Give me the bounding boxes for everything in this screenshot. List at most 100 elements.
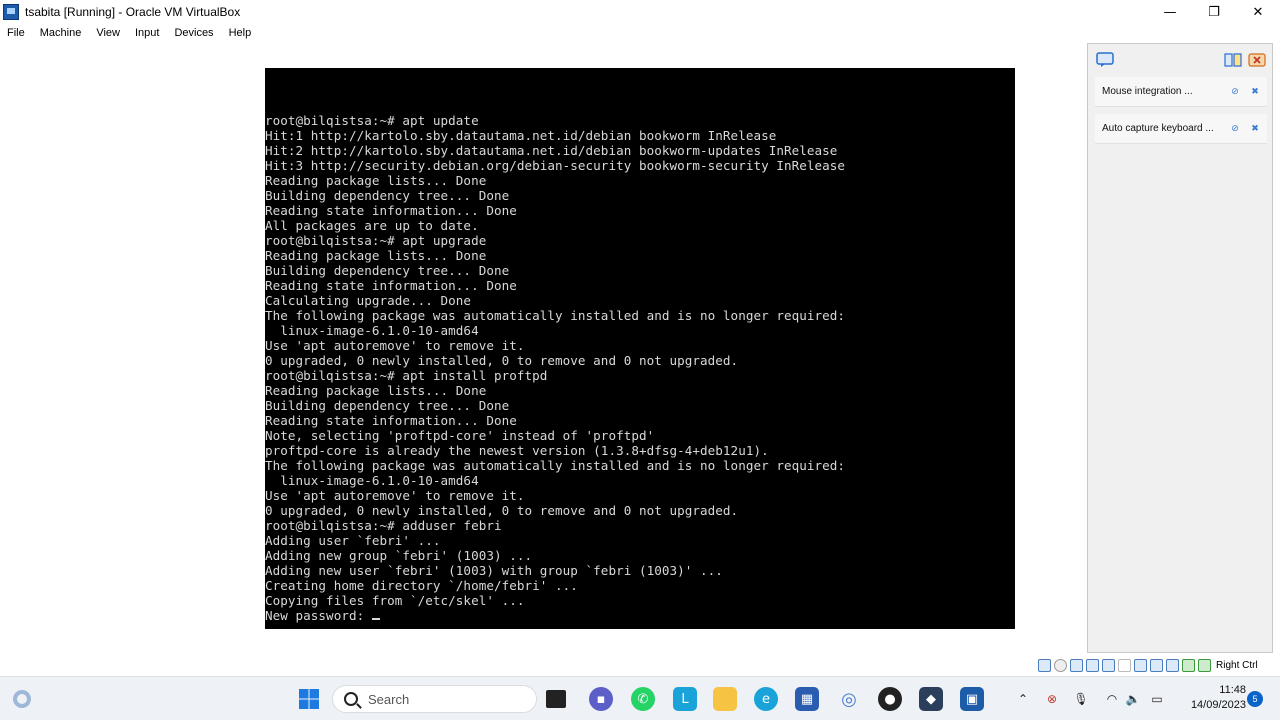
terminal-line: root@bilqistsa:~# adduser febri <box>265 518 502 533</box>
menu-input[interactable]: Input <box>135 27 159 39</box>
window-title: tsabita [Running] - Oracle VM VirtualBox <box>25 5 241 19</box>
app-l-icon[interactable]: L <box>673 687 697 711</box>
audio-icon[interactable] <box>1070 658 1083 672</box>
menu-help[interactable]: Help <box>229 27 252 39</box>
file-explorer-icon[interactable] <box>713 687 737 711</box>
menu-bar: File Machine View Input Devices Help <box>0 24 1280 41</box>
clock-date: 14/09/2023 <box>1190 699 1246 711</box>
terminal-line: root@bilqistsa:~# apt upgrade <box>265 233 487 248</box>
notification-auto-capture-keyboard[interactable]: Auto capture keyboard ... ⊘ ✖ <box>1095 114 1267 144</box>
terminal-line: linux-image-6.1.0-10-amd64 <box>265 473 479 488</box>
terminal-line: Reading package lists... Done <box>265 383 487 398</box>
terminal-line: Adding new group `febri' (1003) ... <box>265 548 533 563</box>
terminal-line: Hit:1 http://kartolo.sby.datautama.net.i… <box>265 128 777 143</box>
recording-icon[interactable] <box>1150 658 1163 672</box>
virtualbox-app-icon <box>3 4 19 20</box>
vmware-icon[interactable]: ◆ <box>919 687 943 711</box>
vm-display[interactable]: root@bilqistsa:~# apt update Hit:1 http:/… <box>265 68 1015 629</box>
terminal-line: Reading package lists... Done <box>265 173 487 188</box>
task-view-icon[interactable] <box>546 690 566 708</box>
virtualbox-taskbar-icon[interactable]: ▣ <box>960 687 984 711</box>
terminal-line: Calculating upgrade... Done <box>265 293 472 308</box>
terminal-line: linux-image-6.1.0-10-amd64 <box>265 323 479 338</box>
search-placeholder: Search <box>368 691 410 707</box>
terminal-line: The following package was automatically … <box>265 308 846 323</box>
terminal-line: Use 'apt autoremove' to remove it. <box>265 488 525 503</box>
weather-widget-icon[interactable] <box>10 687 34 711</box>
virtualization-icon[interactable] <box>1182 658 1195 672</box>
terminal-line: Reading state information... Done <box>265 203 517 218</box>
battery-icon[interactable]: ▭ <box>1149 691 1165 707</box>
menu-file[interactable]: File <box>7 27 25 39</box>
terminal-line: Copying files from `/etc/skel' ... <box>265 593 525 608</box>
terminal-line: Creating home directory `/home/febri' ..… <box>265 578 578 593</box>
windows-start-icon[interactable] <box>297 687 321 711</box>
microphone-icon[interactable]: 🎙 <box>1073 691 1089 707</box>
minimize-button[interactable]: — <box>1148 0 1192 24</box>
shared-folders-icon[interactable] <box>1118 658 1131 672</box>
window-title-bar: tsabita [Running] - Oracle VM VirtualBox… <box>0 0 1280 24</box>
terminal-line: All packages are up to date. <box>265 218 479 233</box>
close-notification-icon[interactable]: ✖ <box>1248 122 1262 136</box>
vm-status-bar: Right Ctrl <box>1038 656 1280 674</box>
terminal-line: Adding new user `febri' (1003) with grou… <box>265 563 723 578</box>
terminal-line: Hit:2 http://kartolo.sby.datautama.net.i… <box>265 143 838 158</box>
edge-browser-icon[interactable]: e <box>754 687 778 711</box>
host-key-label: Right Ctrl <box>1216 659 1258 671</box>
volume-icon[interactable]: 🔈 <box>1125 691 1141 707</box>
network-icon[interactable] <box>1086 658 1099 672</box>
teams-chat-icon[interactable]: ▪ <box>589 687 613 711</box>
terminal-line: root@bilqistsa:~# apt update <box>265 113 479 128</box>
taskbar-search-box[interactable]: Search <box>332 685 537 713</box>
terminal-line: Reading package lists... Done <box>265 248 487 263</box>
menu-devices[interactable]: Devices <box>174 27 213 39</box>
panel-header <box>1088 44 1272 76</box>
terminal-line: Building dependency tree... Done <box>265 188 510 203</box>
terminal-output: root@bilqistsa:~# apt update Hit:1 http:/… <box>265 113 1015 623</box>
hard-disk-icon[interactable] <box>1038 658 1051 672</box>
search-icon <box>344 692 358 706</box>
menu-view[interactable]: View <box>96 27 120 39</box>
usb-icon[interactable] <box>1102 658 1115 672</box>
restore-button[interactable]: ❐ <box>1192 0 1236 24</box>
toggle-notifications-icon[interactable] <box>1224 52 1242 68</box>
terminal-cursor <box>371 618 380 620</box>
terminal-line: 0 upgraded, 0 newly installed, 0 to remo… <box>265 503 739 518</box>
terminal-line: Hit:3 http://security.debian.org/debian-… <box>265 158 846 173</box>
terminal-line: Reading state information... Done <box>265 413 517 428</box>
terminal-line: proftpd-core is already the newest versi… <box>265 443 769 458</box>
terminal-line: root@bilqistsa:~# apt install proftpd <box>265 368 548 383</box>
clock-time: 11:48 <box>1219 684 1246 696</box>
terminal-line: Building dependency tree... Done <box>265 263 510 278</box>
terminal-line: 0 upgraded, 0 newly installed, 0 to remo… <box>265 353 739 368</box>
terminal-line: New password: <box>265 608 1015 623</box>
snooze-icon[interactable]: ⊘ <box>1228 85 1242 99</box>
obs-icon[interactable]: ● <box>878 687 902 711</box>
wifi-icon[interactable]: ◠ <box>1104 691 1120 707</box>
cpu-icon[interactable] <box>1166 658 1179 672</box>
taskbar-clock[interactable]: 11:48 14/09/2023 <box>1176 683 1246 713</box>
dismiss-all-icon[interactable] <box>1248 52 1266 68</box>
whatsapp-icon[interactable]: ✆ <box>631 687 655 711</box>
menu-machine[interactable]: Machine <box>40 27 82 39</box>
terminal-line: Use 'apt autoremove' to remove it. <box>265 338 525 353</box>
snooze-icon[interactable]: ⊘ <box>1228 122 1242 136</box>
notification-text: Auto capture keyboard ... <box>1102 123 1214 134</box>
security-alert-icon[interactable]: ⊗ <box>1044 691 1060 707</box>
notification-center-icon[interactable] <box>1096 52 1114 68</box>
show-hidden-icons-icon[interactable]: ⌃ <box>1015 691 1031 707</box>
close-button[interactable]: ✕ <box>1236 0 1280 24</box>
optical-drive-icon[interactable] <box>1054 658 1067 672</box>
notification-center-panel: Mouse integration ... ⊘ ✖ Auto capture k… <box>1087 43 1273 653</box>
mouse-integration-icon[interactable] <box>1198 658 1211 672</box>
terminal-line: Note, selecting 'proftpd-core' instead o… <box>265 428 655 443</box>
display-icon[interactable] <box>1134 658 1147 672</box>
notification-mouse-integration[interactable]: Mouse integration ... ⊘ ✖ <box>1095 77 1267 107</box>
terminal-line: Reading state information... Done <box>265 278 517 293</box>
notification-count-badge[interactable]: 5 <box>1247 691 1263 707</box>
microsoft-store-icon[interactable]: ▦ <box>795 687 819 711</box>
remote-app-icon[interactable]: ◎ <box>837 687 861 711</box>
close-notification-icon[interactable]: ✖ <box>1248 85 1262 99</box>
notification-text: Mouse integration ... <box>1102 86 1193 97</box>
windows-taskbar: Search ▪ ✆ L e ▦ ◎ ● ◆ ▣ ⌃ ⊗ 🎙 ◠ 🔈 ▭ 11:… <box>0 676 1280 720</box>
